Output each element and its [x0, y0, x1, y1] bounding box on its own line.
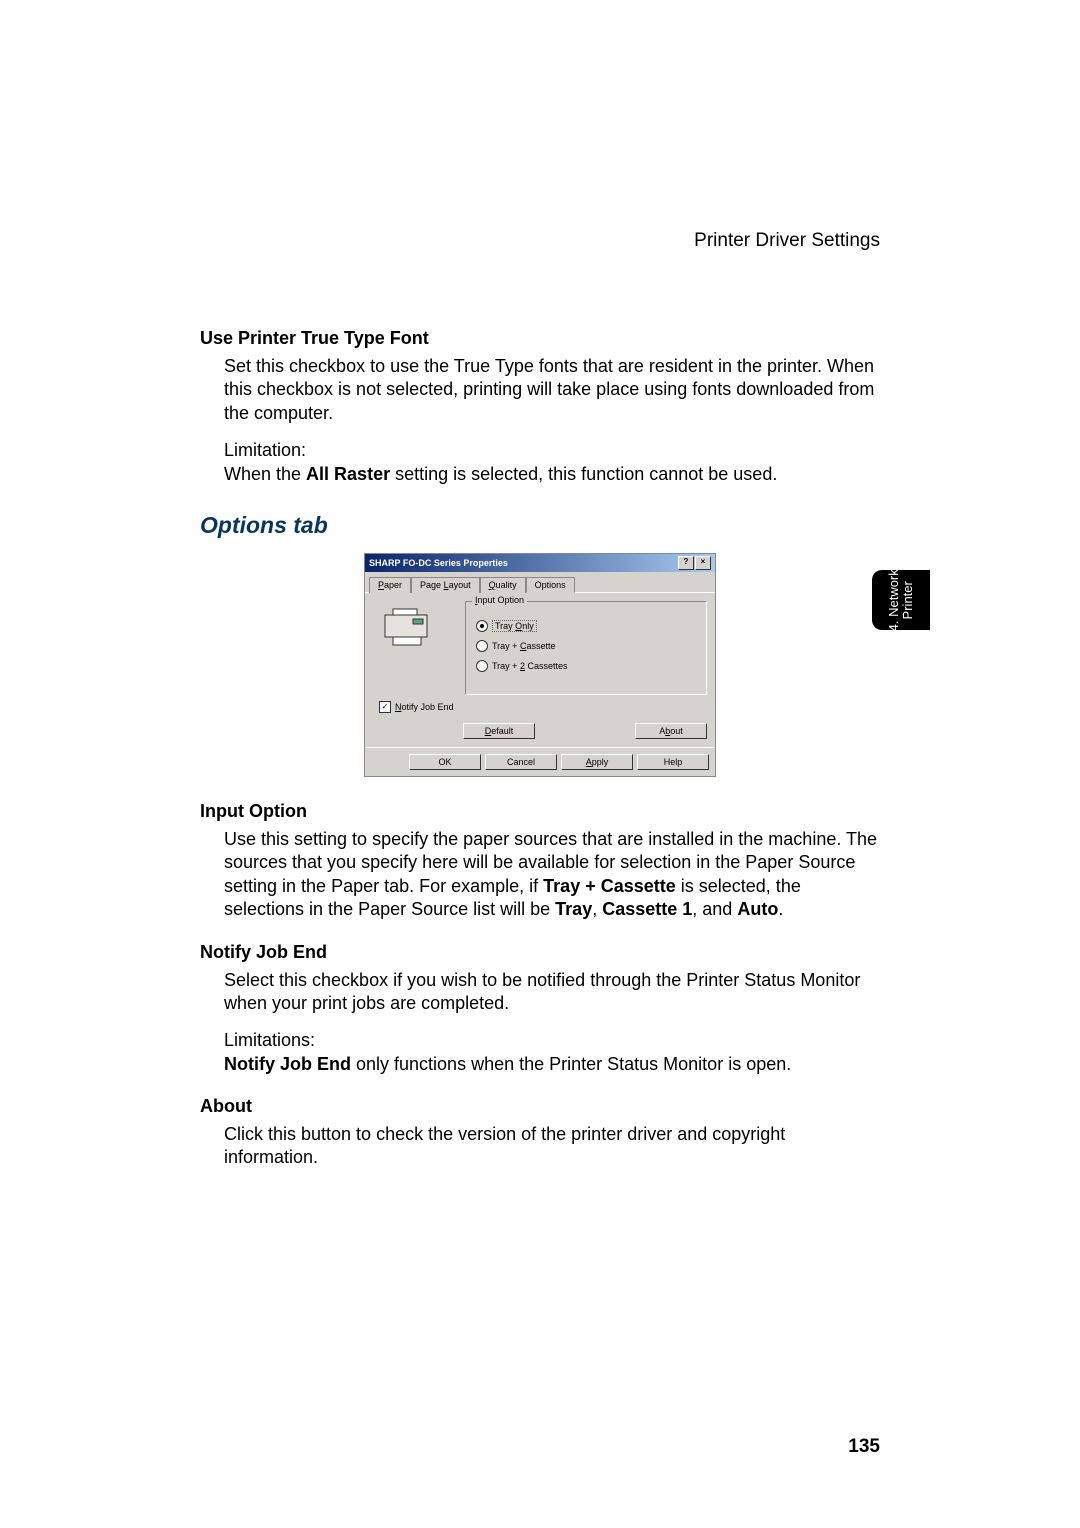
- text-notify-limitations: Limitations: Notify Job End only functio…: [224, 1029, 880, 1076]
- text-input-option: Use this setting to specify the paper so…: [224, 828, 880, 922]
- about-button[interactable]: About: [635, 723, 707, 739]
- radio-tray-cassette[interactable]: Tray + Cassette: [476, 640, 696, 652]
- tab-options[interactable]: Options: [526, 577, 575, 593]
- page-number: 135: [848, 1436, 880, 1457]
- radio-tray-only[interactable]: Tray Only: [476, 620, 696, 632]
- help-button[interactable]: Help: [637, 754, 709, 770]
- limitation-bold: All Raster: [306, 464, 390, 484]
- ok-button[interactable]: OK: [409, 754, 481, 770]
- apply-button[interactable]: Apply: [561, 754, 633, 770]
- heading-input-option: Input Option: [200, 801, 880, 822]
- radio-tray-2-cassettes[interactable]: Tray + 2 Cassettes: [476, 660, 696, 672]
- heading-about: About: [200, 1096, 880, 1117]
- printer-icon: [373, 601, 465, 695]
- limitation-post: setting is selected, this function canno…: [390, 464, 777, 484]
- dialog-title: SHARP FO-DC Series Properties: [369, 558, 508, 568]
- text-use-printer-font-limitation: Limitation: When the All Raster setting …: [224, 439, 880, 486]
- dialog-bottom-buttons: OK Cancel Apply Help: [365, 747, 715, 776]
- limitation-label: Limitation:: [224, 440, 306, 460]
- cancel-button[interactable]: Cancel: [485, 754, 557, 770]
- tab-quality[interactable]: Quality: [480, 577, 526, 593]
- text-use-printer-font: Set this checkbox to use the True Type f…: [224, 355, 880, 425]
- radio-icon: [476, 640, 488, 652]
- heading-notify-job-end: Notify Job End: [200, 942, 880, 963]
- group-title-input-option: Input Option: [472, 595, 527, 605]
- input-option-group: Input Option Tray Only Tray + Cassette T…: [465, 601, 707, 695]
- side-tab-line2: Printer: [900, 581, 915, 619]
- limitation-pre: When the: [224, 464, 306, 484]
- text-about: Click this button to check the version o…: [224, 1123, 880, 1170]
- text-notify-job-end: Select this checkbox if you wish to be n…: [224, 969, 880, 1016]
- side-tab-line1: 4. Network: [886, 569, 901, 631]
- heading-use-printer-font: Use Printer True Type Font: [200, 328, 880, 349]
- dialog-titlebar: SHARP FO-DC Series Properties ? ×: [365, 554, 715, 572]
- help-icon[interactable]: ?: [678, 556, 694, 570]
- dialog-tabs: Paper Page Layout Quality Options: [365, 572, 715, 593]
- close-icon[interactable]: ×: [695, 556, 711, 570]
- options-dialog: SHARP FO-DC Series Properties ? × Paper …: [364, 553, 716, 777]
- tab-paper[interactable]: Paper: [369, 577, 411, 593]
- radio-icon: [476, 620, 488, 632]
- checkbox-notify-job-end[interactable]: Notify Job End: [379, 701, 707, 713]
- radio-icon: [476, 660, 488, 672]
- default-button[interactable]: Default: [463, 723, 535, 739]
- heading-options-tab: Options tab: [200, 512, 880, 539]
- tab-page-layout[interactable]: Page Layout: [411, 577, 480, 593]
- page-header: Printer Driver Settings: [694, 230, 880, 252]
- checkbox-icon: [379, 701, 391, 713]
- chapter-thumb-tab: 4. Network Printer: [872, 570, 930, 630]
